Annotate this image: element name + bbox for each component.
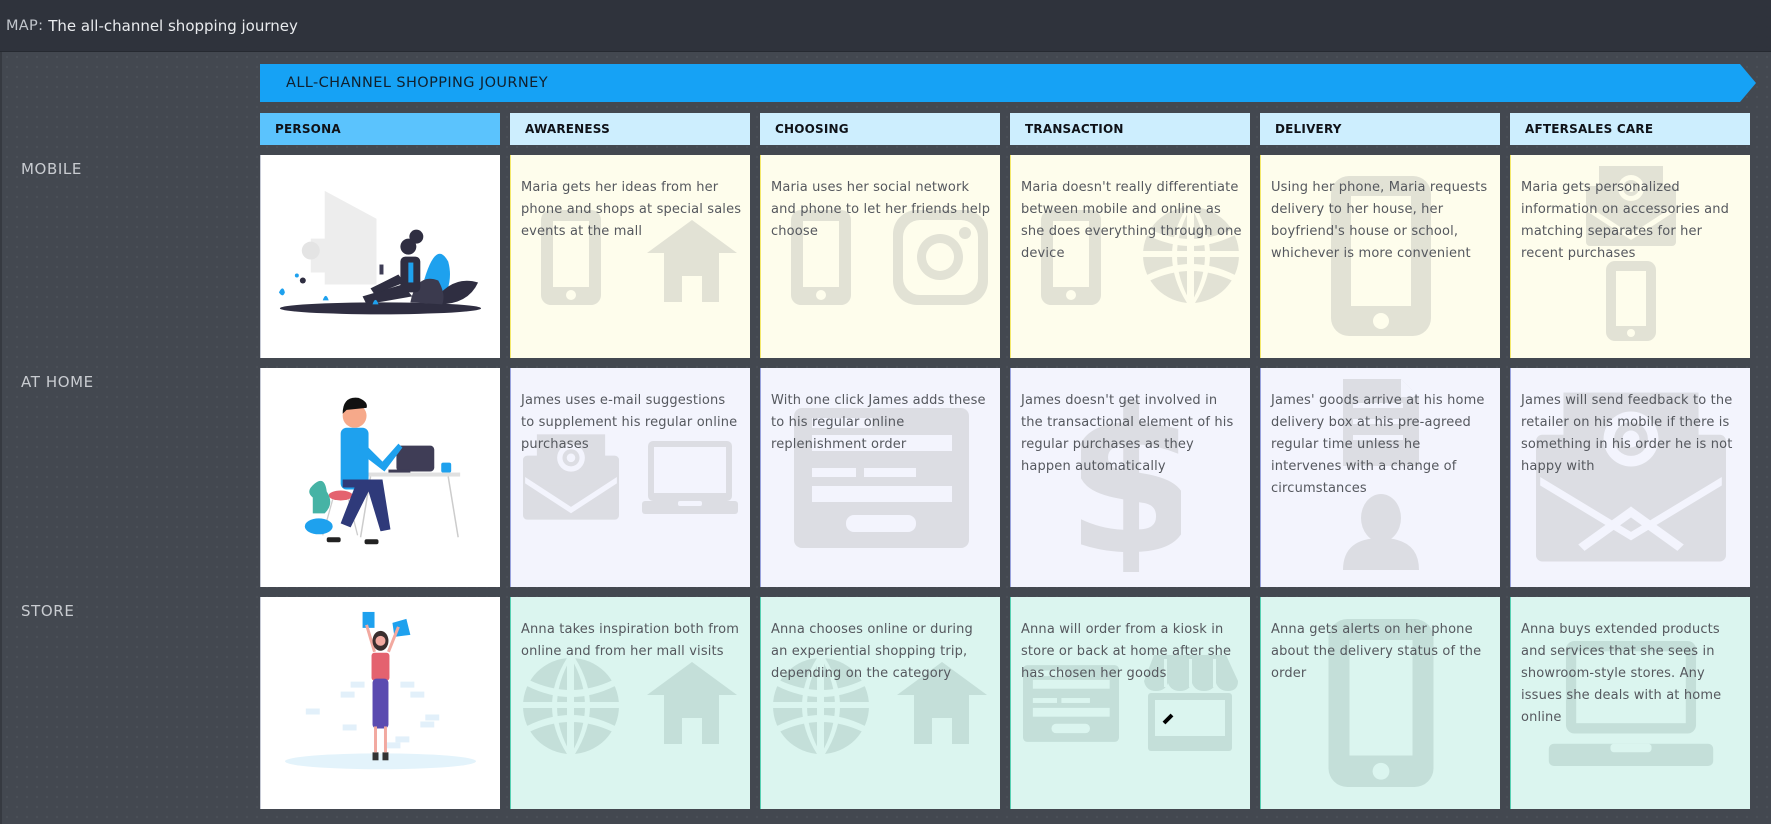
phone-icon bbox=[1606, 261, 1656, 341]
journey-card-at-home-awareness[interactable]: James uses e-mail suggestions to supplem… bbox=[510, 368, 750, 587]
journey-card-text: Maria uses her social network and phone … bbox=[771, 180, 991, 239]
journey-card-at-home-choosing[interactable]: With one click James adds these to his r… bbox=[760, 368, 1000, 587]
journey-card-text: James' goods arrive at his home delivery… bbox=[1271, 393, 1485, 496]
title-bar: MAP: The all-channel shopping journey bbox=[0, 0, 1771, 52]
row-label-store[interactable]: STORE bbox=[21, 602, 74, 620]
column-header-label: AFTERSALES CARE bbox=[1525, 122, 1654, 136]
journey-card-text: Anna buys extended products and services… bbox=[1521, 622, 1722, 725]
journey-card-text: Using her phone, Maria requests delivery… bbox=[1271, 180, 1488, 261]
column-header-label: PERSONA bbox=[275, 122, 341, 136]
column-header-label: TRANSACTION bbox=[1025, 122, 1124, 136]
persona-card-mobile[interactable] bbox=[260, 155, 500, 358]
journey-banner-label: ALL-CHANNEL SHOPPING JOURNEY bbox=[286, 75, 548, 91]
journey-card-text: Maria gets personalized information on a… bbox=[1521, 180, 1730, 261]
journey-card-store-transaction[interactable]: Anna will order from a kiosk in store or… bbox=[1010, 597, 1250, 809]
row-label-mobile[interactable]: MOBILE bbox=[21, 160, 82, 178]
globe-icon bbox=[523, 658, 619, 754]
journey-card-text: Anna chooses online or during an experie… bbox=[771, 622, 973, 681]
column-header-delivery[interactable]: DELIVERY bbox=[1260, 113, 1500, 145]
journey-card-text: Maria doesn't really differentiate betwe… bbox=[1021, 180, 1242, 261]
journey-card-text: Maria gets her ideas from her phone and … bbox=[521, 180, 742, 239]
journey-card-text: Anna will order from a kiosk in store or… bbox=[1021, 622, 1232, 681]
journey-card-text: James will send feedback to the retailer… bbox=[1521, 393, 1733, 474]
column-header-aftersales-care[interactable]: AFTERSALES CARE bbox=[1510, 113, 1750, 145]
persona-card-at-home[interactable] bbox=[260, 368, 500, 587]
journey-card-mobile-aftersales[interactable]: Maria gets personalized information on a… bbox=[1510, 155, 1750, 358]
man-at-desk-illustration bbox=[304, 397, 461, 545]
woman-with-shopping-bags-illustration bbox=[284, 611, 477, 770]
column-header-transaction[interactable]: TRANSACTION bbox=[1010, 113, 1250, 145]
journey-card-text: With one click James adds these to his r… bbox=[771, 393, 986, 452]
journey-card-store-choosing[interactable]: Anna chooses online or during an experie… bbox=[760, 597, 1000, 809]
journey-card-text: James doesn't get involved in the transa… bbox=[1021, 393, 1234, 474]
house-icon bbox=[647, 662, 737, 744]
woman-with-phone-illustration bbox=[278, 190, 482, 315]
journey-card-text: Anna gets alerts on her phone about the … bbox=[1271, 622, 1482, 681]
journey-card-mobile-transaction[interactable]: Maria doesn't really differentiate betwe… bbox=[1010, 155, 1250, 358]
map-prefix: MAP: bbox=[6, 17, 44, 34]
journey-card-mobile-choosing[interactable]: Maria uses her social network and phone … bbox=[760, 155, 1000, 358]
journey-card-store-delivery[interactable]: Anna gets alerts on her phone about the … bbox=[1260, 597, 1500, 809]
journey-card-at-home-aftersales[interactable]: James will send feedback to the retailer… bbox=[1510, 368, 1750, 587]
column-header-choosing[interactable]: CHOOSING bbox=[760, 113, 1000, 145]
column-header-label: DELIVERY bbox=[1275, 122, 1342, 136]
row-label-at-home[interactable]: AT HOME bbox=[21, 373, 94, 391]
journey-card-store-aftersales[interactable]: Anna buys extended products and services… bbox=[1510, 597, 1750, 809]
journey-card-text: Anna takes inspiration both from online … bbox=[521, 622, 740, 659]
journey-card-mobile-delivery[interactable]: Using her phone, Maria requests delivery… bbox=[1260, 155, 1500, 358]
map-title[interactable]: The all-channel shopping journey bbox=[48, 17, 298, 35]
journey-card-text: James uses e-mail suggestions to supplem… bbox=[521, 393, 738, 452]
journey-card-mobile-awareness[interactable]: Maria gets her ideas from her phone and … bbox=[510, 155, 750, 358]
column-header-awareness[interactable]: AWARENESS bbox=[510, 113, 750, 145]
journey-card-at-home-transaction[interactable]: $ James doesn't get involved in the tran… bbox=[1010, 368, 1250, 587]
journey-banner[interactable]: ALL-CHANNEL SHOPPING JOURNEY bbox=[260, 64, 1756, 102]
journey-card-at-home-delivery[interactable]: James' goods arrive at his home delivery… bbox=[1260, 368, 1500, 587]
column-header-label: CHOOSING bbox=[775, 122, 849, 136]
persona-card-store[interactable] bbox=[260, 597, 500, 809]
journey-card-store-awareness[interactable]: Anna takes inspiration both from online … bbox=[510, 597, 750, 809]
column-header-persona[interactable]: PERSONA bbox=[260, 113, 500, 145]
column-header-label: AWARENESS bbox=[525, 122, 610, 136]
user-icon bbox=[1343, 494, 1419, 570]
